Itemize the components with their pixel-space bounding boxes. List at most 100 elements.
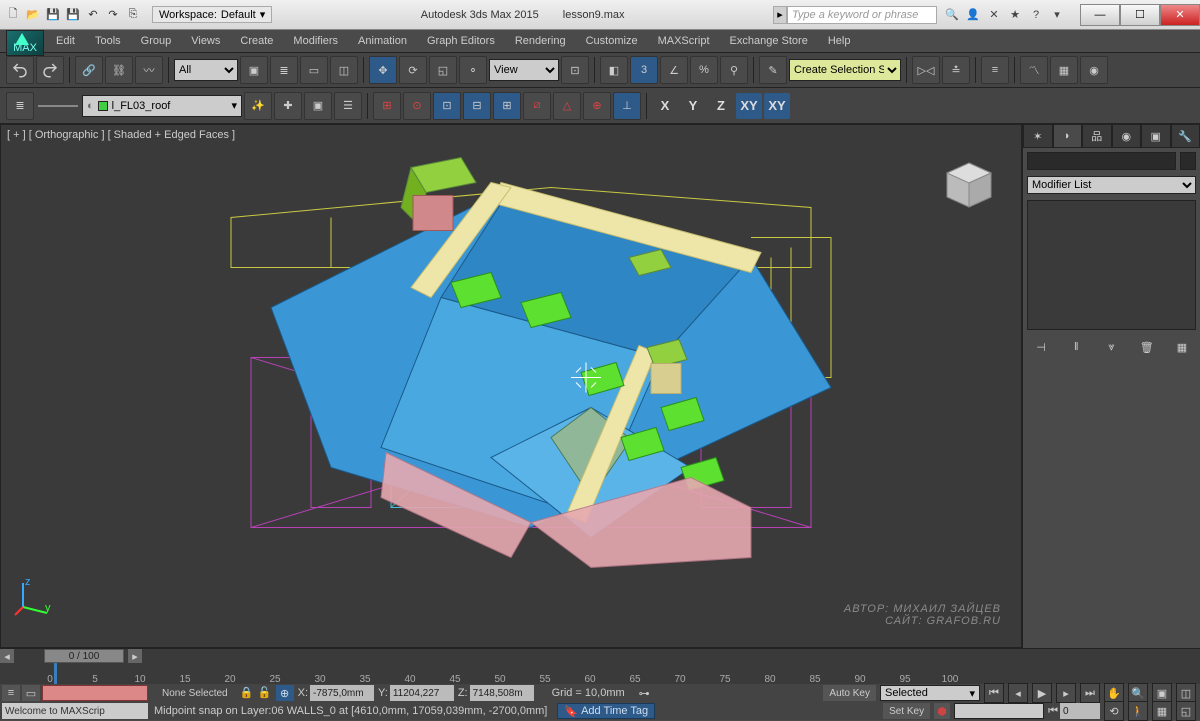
timeline-ruler[interactable]: 0510152025303540455055606570758085909510…: [0, 663, 1200, 685]
named-selection-set[interactable]: Create Selection Se: [789, 59, 901, 81]
script-mini-icon[interactable]: ▭: [22, 685, 40, 701]
nav-orbit-icon[interactable]: ⟲: [1104, 701, 1124, 721]
key-icon[interactable]: ⬢: [934, 703, 950, 719]
named-sel-edit-icon[interactable]: ✎: [759, 56, 787, 84]
layer-add-icon[interactable]: ✚: [274, 92, 302, 120]
snap-face-icon[interactable]: △: [553, 92, 581, 120]
time-slider-handle[interactable]: 0 / 100: [44, 649, 124, 663]
layer-manager-icon[interactable]: ≡: [981, 56, 1009, 84]
saveas-icon[interactable]: 💾: [64, 6, 82, 24]
key-mode-dropdown[interactable]: Selected▾: [880, 685, 980, 701]
snap-edge-icon[interactable]: ⧄: [523, 92, 551, 120]
select-region-icon[interactable]: ▭: [300, 56, 328, 84]
minimize-button[interactable]: —: [1080, 4, 1120, 26]
snap-center-icon[interactable]: ⊕: [583, 92, 611, 120]
redo-button[interactable]: [36, 56, 64, 84]
menu-exchangestore[interactable]: Exchange Store: [720, 30, 818, 52]
transform-type-icon[interactable]: ⊕: [276, 685, 294, 701]
script-listener-icon[interactable]: ≡: [2, 685, 20, 701]
nav-max-icon[interactable]: ▦: [1152, 701, 1172, 721]
undo-icon[interactable]: ↶: [84, 6, 102, 24]
help-dropdown-icon[interactable]: ▾: [1048, 6, 1066, 24]
frame-prev-icon[interactable]: ⏮: [1048, 705, 1058, 718]
scale-icon[interactable]: ◱: [429, 56, 457, 84]
snap-pivot-icon[interactable]: ⊙: [403, 92, 431, 120]
timeline-next-button[interactable]: ▸: [128, 649, 142, 663]
axis-z-button[interactable]: Z: [708, 93, 734, 119]
select-object-icon[interactable]: ▣: [240, 56, 268, 84]
hierarchy-tab-icon[interactable]: 品: [1082, 124, 1112, 148]
menu-group[interactable]: Group: [131, 30, 182, 52]
menu-views[interactable]: Views: [181, 30, 230, 52]
snap-endpoint-icon[interactable]: ⊟: [463, 92, 491, 120]
nav-walk-icon[interactable]: 🚶: [1128, 701, 1148, 721]
open-icon[interactable]: 📂: [24, 6, 42, 24]
percent-snap-icon[interactable]: %: [690, 56, 718, 84]
move-icon[interactable]: ✥: [369, 56, 397, 84]
manipulate-icon[interactable]: ◧: [600, 56, 628, 84]
close-button[interactable]: ✕: [1160, 4, 1200, 26]
unlink-icon[interactable]: ⛓: [105, 56, 133, 84]
add-time-tag-button[interactable]: 🔖 Add Time Tag: [557, 703, 655, 719]
rotate-icon[interactable]: ⟳: [399, 56, 427, 84]
lock-icon[interactable]: 🔓: [258, 686, 272, 700]
menu-animation[interactable]: Animation: [348, 30, 417, 52]
angle-snap-icon[interactable]: ∠: [660, 56, 688, 84]
lock-selection-icon[interactable]: 🔒: [240, 686, 254, 700]
nav-min-icon[interactable]: ◱: [1176, 701, 1196, 721]
modifier-stack[interactable]: [1027, 200, 1196, 330]
motion-tab-icon[interactable]: ◉: [1112, 124, 1142, 148]
favorites-icon[interactable]: ★: [1006, 6, 1024, 24]
layer-fx-icon[interactable]: ✨: [244, 92, 272, 120]
viewcube[interactable]: [939, 155, 999, 215]
bind-icon[interactable]: 〰: [135, 56, 163, 84]
snap-midpoint-icon[interactable]: ⊞: [493, 92, 521, 120]
spinner-snap-icon[interactable]: ⚲: [720, 56, 748, 84]
axis-xy2-button[interactable]: XY: [764, 93, 790, 119]
utilities-tab-icon[interactable]: 🔧: [1171, 124, 1200, 148]
undo-button[interactable]: [6, 56, 34, 84]
layer-props-icon[interactable]: ☰: [334, 92, 362, 120]
mirror-icon[interactable]: ▷◁: [912, 56, 940, 84]
workspace-selector[interactable]: Workspace: Default ▾: [152, 6, 272, 23]
next-frame-icon[interactable]: ▸: [1056, 683, 1076, 703]
project-icon[interactable]: ⎘: [124, 6, 142, 24]
schematic-view-icon[interactable]: ▦: [1050, 56, 1078, 84]
goto-start-icon[interactable]: ⏮: [984, 683, 1004, 703]
timeline-prev-button[interactable]: ◂: [0, 649, 14, 663]
object-color-swatch[interactable]: [1180, 152, 1196, 170]
material-editor-icon[interactable]: ◉: [1080, 56, 1108, 84]
menu-rendering[interactable]: Rendering: [505, 30, 576, 52]
configure-sets-icon[interactable]: ▦: [1172, 338, 1192, 356]
layer-explorer-icon[interactable]: ≣: [6, 92, 34, 120]
timeline-marker[interactable]: [54, 663, 57, 685]
nav-zoom-ext-icon[interactable]: ▣: [1152, 683, 1172, 703]
viewport[interactable]: [ + ] [ Orthographic ] [ Shaded + Edged …: [0, 124, 1022, 648]
set-key-button[interactable]: Set Key: [883, 703, 930, 719]
axis-y-button[interactable]: Y: [680, 93, 706, 119]
menu-edit[interactable]: Edit: [46, 30, 85, 52]
menu-grapheditors[interactable]: Graph Editors: [417, 30, 505, 52]
snap-grid-pt-icon[interactable]: ⊞: [373, 92, 401, 120]
object-name-input[interactable]: [1027, 152, 1176, 170]
new-icon[interactable]: 🗋: [4, 6, 22, 24]
pivot-icon[interactable]: ⊡: [561, 56, 589, 84]
maximize-button[interactable]: ☐: [1120, 4, 1160, 26]
align-icon[interactable]: ≛: [942, 56, 970, 84]
menu-create[interactable]: Create: [230, 30, 283, 52]
menu-help[interactable]: Help: [818, 30, 861, 52]
make-unique-icon[interactable]: ⩔: [1102, 338, 1122, 356]
remove-modifier-icon[interactable]: 🗑: [1137, 338, 1157, 356]
axis-xy-button[interactable]: XY: [736, 93, 762, 119]
menu-customize[interactable]: Customize: [576, 30, 648, 52]
pin-stack-icon[interactable]: ⊣: [1031, 338, 1051, 356]
play-icon[interactable]: ▶: [1032, 683, 1052, 703]
search-toggle-icon[interactable]: ▸: [773, 6, 787, 24]
menu-tools[interactable]: Tools: [85, 30, 131, 52]
redo-icon[interactable]: ↷: [104, 6, 122, 24]
nav-pan-icon[interactable]: ✋: [1104, 683, 1124, 703]
layer-select-icon[interactable]: ▣: [304, 92, 332, 120]
save-icon[interactable]: 💾: [44, 6, 62, 24]
script-input[interactable]: [42, 685, 148, 701]
selection-filter[interactable]: All: [174, 59, 238, 81]
